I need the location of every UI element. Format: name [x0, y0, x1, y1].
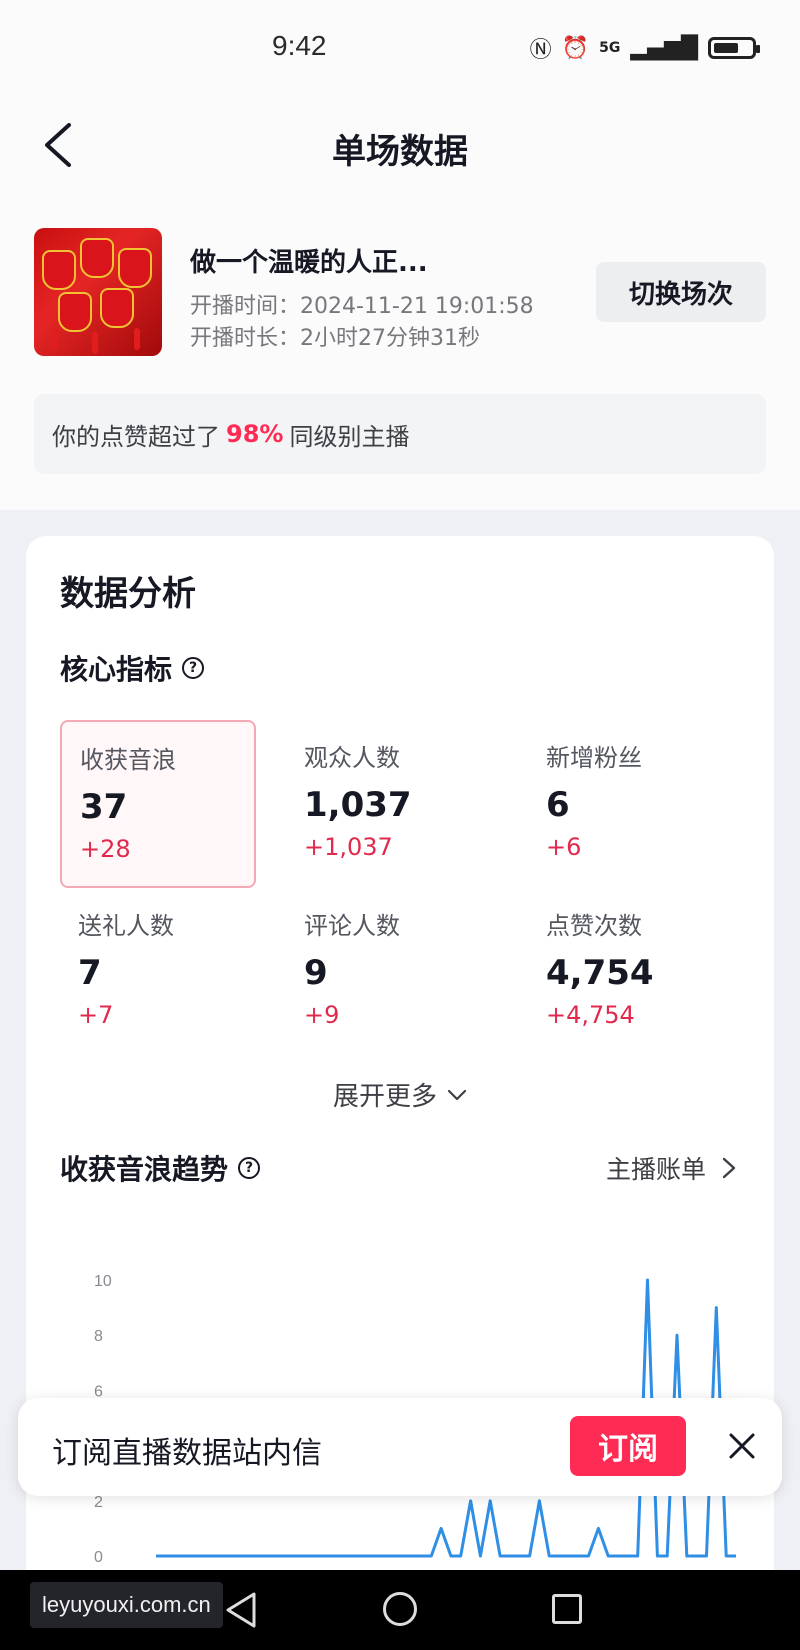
- subscribe-bar: 订阅直播数据站内信 订阅: [18, 1398, 782, 1496]
- like-rank-banner: 你的点赞超过了 98% 同级别主播: [34, 394, 766, 474]
- nav-home-icon[interactable]: [383, 1592, 417, 1626]
- battery-icon: [708, 37, 760, 59]
- metric-delta: +1,037: [304, 833, 393, 861]
- core-metrics-title: 核心指标: [60, 653, 173, 686]
- metric-card[interactable]: 点赞次数 4,754 +4,754: [528, 888, 724, 1056]
- like-banner-prefix: 你的点赞超过了: [52, 422, 220, 451]
- watermark: leyuyouxi.com.cn: [30, 1582, 223, 1628]
- metric-label: 收获音浪: [80, 746, 176, 774]
- session-start-time: 开播时间：2024-11-21 19:01:58: [190, 294, 534, 319]
- help-icon[interactable]: ?: [238, 1157, 261, 1179]
- like-banner-percent: 98%: [226, 420, 284, 448]
- nav-bar: 单场数据: [0, 110, 800, 180]
- signal-icon: ▂▄▆█: [630, 35, 698, 61]
- system-nav-bar: leyuyouxi.com.cn: [0, 1570, 800, 1650]
- session-card: 做一个温暖的人正... 开播时间：2024-11-21 19:01:58 开播时…: [34, 228, 766, 358]
- status-icons: Ⓝ ⏰ 5G ▂▄▆█: [529, 32, 760, 64]
- subscribe-text: 订阅直播数据站内信: [52, 1436, 322, 1471]
- y-tick-label: 10: [94, 1273, 112, 1290]
- nav-recent-icon[interactable]: [552, 1594, 582, 1624]
- expand-more-label: 展开更多: [332, 1082, 437, 1112]
- data-analysis-title: 数据分析: [60, 574, 196, 614]
- network-label: 5G: [599, 40, 621, 56]
- metric-label: 新增粉丝: [546, 744, 642, 772]
- host-bill-label: 主播账单: [605, 1155, 706, 1184]
- nav-back-icon[interactable]: [222, 1590, 258, 1630]
- metric-delta: +6: [546, 833, 582, 861]
- trend-title: 收获音浪趋势: [60, 1153, 229, 1186]
- y-tick-label: 8: [94, 1328, 103, 1345]
- like-banner-suffix: 同级别主播: [289, 422, 410, 451]
- metrics-grid: 收获音浪 37 +28 观众人数 1,037 +1,037 新增粉丝 6 +6 …: [60, 720, 740, 1050]
- status-bar: 9:42 Ⓝ ⏰ 5G ▂▄▆█: [0, 0, 800, 90]
- metric-label: 评论人数: [304, 912, 400, 940]
- y-tick-label: 2: [94, 1494, 103, 1511]
- metric-card[interactable]: 观众人数 1,037 +1,037: [286, 720, 482, 888]
- metric-value: 9: [304, 953, 328, 993]
- metric-value: 7: [78, 953, 102, 993]
- metric-value: 4,754: [546, 953, 654, 993]
- metric-label: 观众人数: [304, 744, 400, 772]
- session-duration: 开播时长：2小时27分钟31秒: [190, 326, 480, 351]
- core-metrics-header: 核心指标 ?: [60, 648, 205, 688]
- metric-value: 1,037: [304, 785, 412, 825]
- close-icon: [729, 1433, 755, 1459]
- session-title: 做一个温暖的人正...: [190, 248, 428, 278]
- metric-delta: +28: [80, 835, 131, 863]
- chevron-down-icon: [447, 1089, 467, 1100]
- metric-label: 点赞次数: [546, 912, 642, 940]
- metric-delta: +4,754: [546, 1001, 635, 1029]
- host-bill-link[interactable]: 主播账单: [606, 1150, 736, 1186]
- alarm-icon: ⏰: [561, 35, 590, 61]
- metric-label: 送礼人数: [78, 912, 174, 940]
- metric-delta: +9: [304, 1001, 340, 1029]
- y-tick-label: 0: [94, 1549, 103, 1566]
- trend-header: 收获音浪趋势 ?: [60, 1148, 261, 1188]
- switch-session-button[interactable]: 切换场次: [596, 262, 766, 322]
- metric-delta: +7: [78, 1001, 114, 1029]
- metric-value: 6: [546, 785, 570, 825]
- expand-more-button[interactable]: 展开更多: [26, 1076, 774, 1113]
- metric-card[interactable]: 送礼人数 7 +7: [60, 888, 256, 1056]
- metric-card[interactable]: 评论人数 9 +9: [286, 888, 482, 1056]
- metric-value: 37: [80, 787, 128, 827]
- nfc-icon: Ⓝ: [529, 38, 552, 63]
- metric-card[interactable]: 新增粉丝 6 +6: [528, 720, 724, 888]
- subscribe-button[interactable]: 订阅: [570, 1416, 686, 1476]
- status-time: 9:42: [272, 30, 327, 61]
- session-thumbnail[interactable]: [34, 228, 162, 356]
- metric-card[interactable]: 收获音浪 37 +28: [60, 720, 256, 888]
- help-icon[interactable]: ?: [182, 657, 205, 679]
- chevron-right-icon: [722, 1157, 736, 1179]
- close-button[interactable]: [718, 1422, 766, 1470]
- page-title: 单场数据: [332, 132, 468, 172]
